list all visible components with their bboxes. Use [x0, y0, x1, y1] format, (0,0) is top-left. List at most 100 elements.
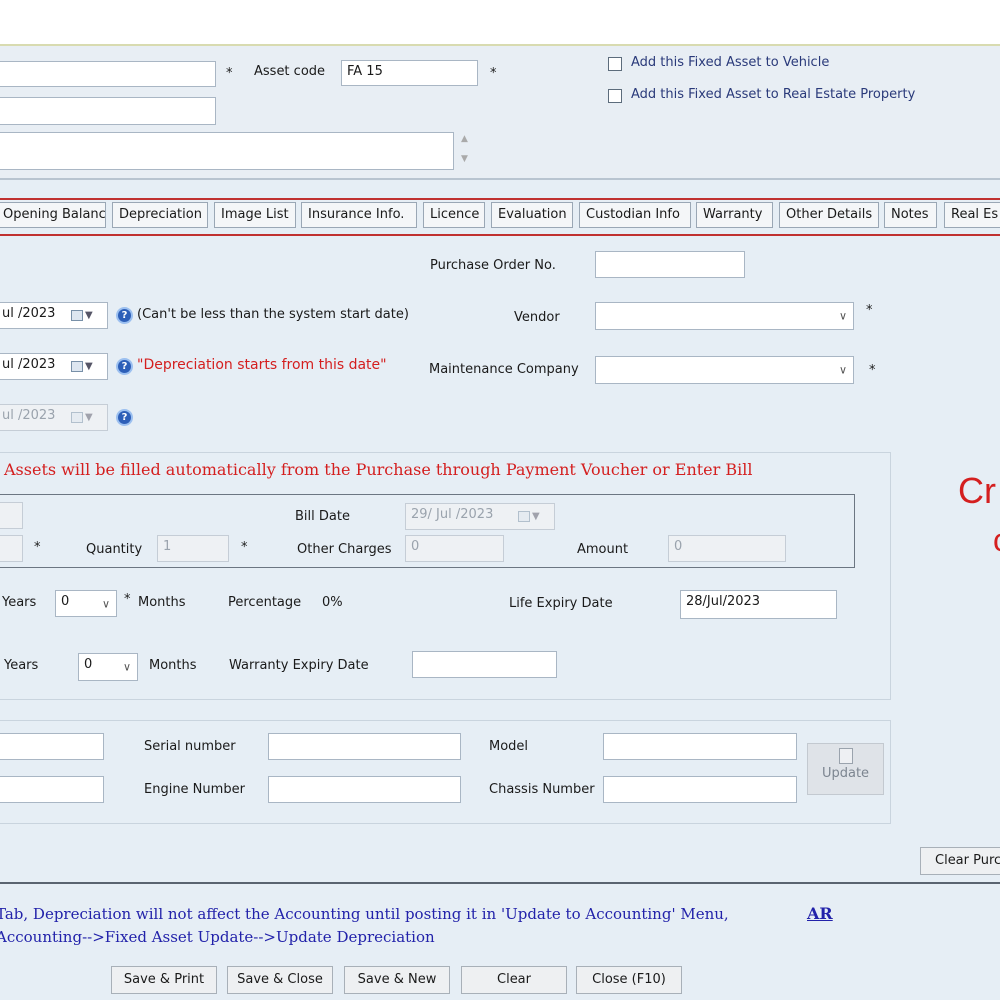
purchase-order-input[interactable]	[595, 251, 745, 278]
life-months-value: 0	[61, 594, 70, 609]
maintenance-company-label: Maintenance Company	[429, 362, 579, 377]
vendor-label: Vendor	[514, 310, 560, 325]
maintenance-company-select[interactable]: ∨	[595, 356, 854, 384]
quantity-input[interactable]: 1	[157, 535, 229, 562]
quantity-label: Quantity	[86, 542, 143, 557]
maintenance-required: *	[869, 363, 876, 378]
calendar-icon	[71, 360, 83, 372]
unit-price-required: *	[34, 540, 41, 555]
bill-date-label: Bill Date	[295, 509, 350, 524]
bill-date-picker[interactable]: 29/ Jul /2023 ▼	[405, 503, 555, 530]
engine-number-input[interactable]	[268, 776, 461, 803]
description-scrollbar[interactable]: ▲ ▼	[456, 132, 476, 170]
bill-date-value: 29/ Jul /2023	[411, 507, 494, 522]
help-icon[interactable]: ?	[116, 358, 133, 375]
life-years-label: Years	[2, 595, 37, 610]
warranty-expiry-input[interactable]	[412, 651, 557, 678]
add-vehicle-checkbox[interactable]	[608, 57, 622, 71]
tab-evaluation[interactable]: Evaluation	[491, 202, 573, 228]
footer-divider	[0, 882, 1000, 884]
clear-purchase-button[interactable]: Clear Purc	[920, 847, 1000, 875]
update-button[interactable]: Update	[807, 743, 884, 795]
life-months-select[interactable]: 0 ∨	[55, 590, 117, 617]
bill-date-calendar-button[interactable]: ▼	[518, 507, 552, 525]
clear-button[interactable]: Clear	[461, 966, 567, 994]
date3-calendar-button[interactable]: ▼	[71, 408, 105, 426]
add-vehicle-label: Add this Fixed Asset to Vehicle	[631, 55, 830, 70]
amount-input[interactable]: 0	[668, 535, 786, 562]
add-real-estate-label: Add this Fixed Asset to Real Estate Prop…	[631, 87, 916, 102]
tab-licence[interactable]: Licence	[423, 202, 485, 228]
other-charges-label: Other Charges	[297, 542, 392, 557]
scroll-down-icon[interactable]: ▼	[461, 154, 468, 164]
engine-number-label: Engine Number	[144, 782, 245, 797]
serial-number-input[interactable]	[268, 733, 461, 760]
warranty-months-value: 0	[84, 657, 93, 672]
date2-note: "Depreciation starts from this date"	[137, 357, 387, 373]
date1-note: (Can't be less than the system start dat…	[137, 307, 409, 322]
amount-label: Amount	[577, 542, 629, 557]
date3-value: ul /2023	[2, 408, 56, 423]
tab-depreciation[interactable]: Depreciation	[112, 202, 208, 228]
life-months-label: Months	[138, 595, 186, 610]
ar-link[interactable]: AR	[807, 904, 833, 923]
tab-opening-balance[interactable]: Opening Balance	[0, 202, 106, 228]
warranty-expiry-label: Warranty Expiry Date	[229, 658, 369, 673]
chevron-down-icon[interactable]: ∨	[839, 310, 847, 323]
asset-name2-input[interactable]	[0, 97, 216, 125]
other-charges-input[interactable]: 0	[405, 535, 504, 562]
description-textarea[interactable]	[0, 132, 454, 170]
tab-notes[interactable]: Notes	[884, 202, 937, 228]
side-partial-text-2: c	[993, 522, 1000, 559]
tab-image-list[interactable]: Image List	[214, 202, 296, 228]
chassis-number-label: Chassis Number	[489, 782, 595, 797]
asset-name-required: *	[226, 66, 233, 81]
tab-warranty[interactable]: Warranty	[696, 202, 773, 228]
purchase-order-label: Purchase Order No.	[430, 258, 556, 273]
asset-code-input[interactable]: FA 15	[341, 60, 478, 86]
bill-no-input[interactable]	[0, 502, 23, 529]
model-label: Model	[489, 739, 529, 754]
detail-field-1[interactable]	[0, 733, 104, 760]
date1-picker[interactable]: ul /2023 ▼	[0, 302, 108, 329]
unit-price-input[interactable]	[0, 535, 23, 562]
tab-other-details[interactable]: Other Details	[779, 202, 879, 228]
date3-picker[interactable]: ul /2023 ▼	[0, 404, 108, 431]
scroll-up-icon[interactable]: ▲	[461, 134, 468, 144]
percentage-label: Percentage	[228, 595, 302, 610]
asset-name-input[interactable]	[0, 61, 216, 87]
percentage-value: 0%	[322, 595, 343, 610]
tab-custodian-info[interactable]: Custodian Info	[579, 202, 691, 228]
date2-calendar-button[interactable]: ▼	[71, 357, 105, 375]
chevron-down-icon[interactable]: ∨	[839, 364, 847, 377]
chevron-down-icon[interactable]: ∨	[123, 661, 131, 674]
date2-picker[interactable]: ul /2023 ▼	[0, 353, 108, 380]
chassis-number-input[interactable]	[603, 776, 797, 803]
footer-note-line1: Tab, Depreciation will not affect the Ac…	[0, 905, 729, 923]
side-partial-text-1: Cr	[958, 470, 996, 511]
calendar-icon	[71, 411, 83, 423]
save-close-button[interactable]: Save & Close	[227, 966, 333, 994]
warranty-months-label: Months	[149, 658, 197, 673]
detail-field-2[interactable]	[0, 776, 104, 803]
serial-number-label: Serial number	[144, 739, 236, 754]
chevron-down-icon[interactable]: ∨	[102, 597, 110, 610]
asset-code-label: Asset code	[254, 64, 326, 79]
help-icon[interactable]: ?	[116, 307, 133, 324]
life-expiry-input[interactable]: 28/Jul/2023	[680, 590, 837, 619]
close-button[interactable]: Close (F10)	[576, 966, 682, 994]
update-label: Update	[821, 766, 870, 781]
asset-code-required: *	[490, 66, 497, 81]
date1-calendar-button[interactable]: ▼	[71, 306, 105, 324]
help-icon[interactable]: ?	[116, 409, 133, 426]
purchase-notice: Assets will be filled automatically from…	[4, 460, 753, 479]
vendor-select[interactable]: ∨	[595, 302, 854, 330]
warranty-months-select[interactable]: 0 ∨	[78, 653, 138, 681]
save-new-button[interactable]: Save & New	[344, 966, 450, 994]
tab-insurance-info[interactable]: Insurance Info.	[301, 202, 417, 228]
tab-real-estate[interactable]: Real Es	[944, 202, 1000, 228]
save-print-button[interactable]: Save & Print	[111, 966, 217, 994]
model-input[interactable]	[603, 733, 797, 760]
add-real-estate-checkbox[interactable]	[608, 89, 622, 103]
quantity-required: *	[241, 540, 248, 555]
